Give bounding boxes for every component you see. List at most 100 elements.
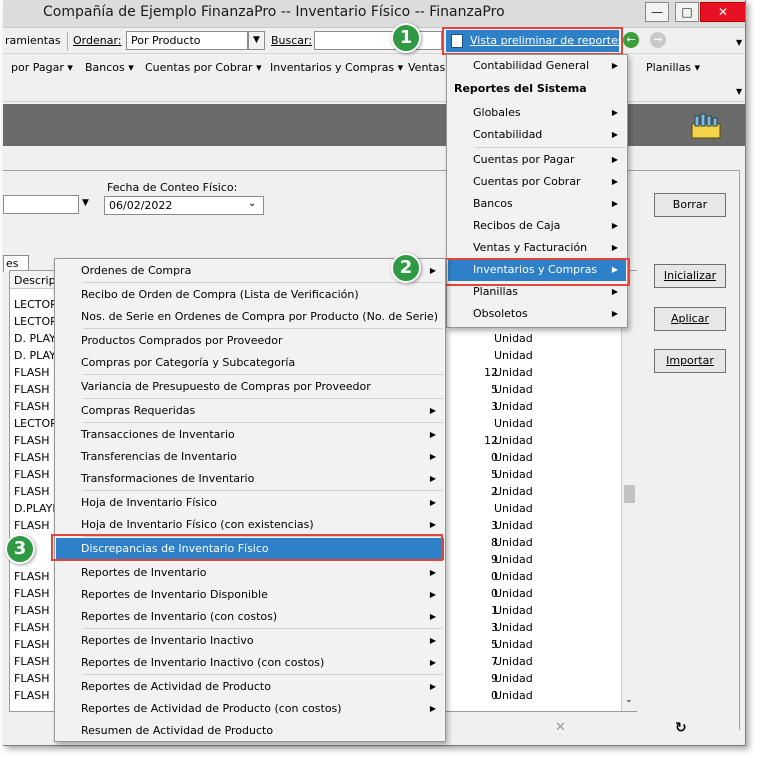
inventory-menu-item-label: Reportes de Inventario bbox=[81, 566, 207, 579]
chevron-right-icon: ▶ bbox=[429, 682, 436, 691]
inventory-menu-item[interactable]: Hoja de Inventario Físico (con existenci… bbox=[56, 514, 444, 536]
inventory-menu-item[interactable]: Ordenes de Compra ▶ bbox=[56, 260, 444, 282]
reports-menu-item[interactable]: Contabilidad ▶ bbox=[448, 124, 626, 146]
inventory-menu-item[interactable]: Transformaciones de Inventario ▶ bbox=[56, 468, 444, 490]
cell-unidad: Unidad bbox=[494, 587, 533, 600]
inventory-menu-item[interactable]: Hoja de Inventario Físico ▶ bbox=[56, 492, 444, 514]
chevron-down-icon[interactable]: ▼ bbox=[248, 31, 265, 50]
cell-unidad: Unidad bbox=[494, 689, 533, 702]
menu-separator bbox=[83, 398, 443, 399]
aplicar-button[interactable]: Aplicar bbox=[654, 307, 726, 331]
chevron-right-icon: ▶ bbox=[611, 108, 618, 117]
inventory-form-icon bbox=[689, 110, 723, 140]
grid-scrollbar[interactable]: ⌄ bbox=[621, 271, 637, 711]
inventory-menu-item[interactable]: Variancia de Presupuesto de Compras por … bbox=[56, 376, 444, 398]
inventory-menu-item[interactable]: Compras Requeridas ▶ bbox=[56, 400, 444, 422]
chevron-right-icon: ▶ bbox=[611, 243, 618, 252]
refresh-icon[interactable]: ↻ bbox=[675, 720, 687, 736]
cell-unidad: Unidad bbox=[494, 621, 533, 634]
herramientas-label[interactable]: ramientas bbox=[5, 34, 61, 47]
ordenar-label: Ordenar: bbox=[73, 34, 122, 47]
scrollbar-thumb[interactable] bbox=[624, 485, 635, 503]
inventory-menu-item[interactable]: Resumen de Actividad de Producto bbox=[56, 720, 444, 742]
back-arrow-icon[interactable]: ← bbox=[623, 32, 639, 48]
inventory-menu-item-label: Transformaciones de Inventario bbox=[81, 472, 255, 485]
importar-button[interactable]: Importar bbox=[654, 349, 726, 373]
scroll-down-icon[interactable]: ⌄ bbox=[625, 695, 633, 705]
inventory-menu-item[interactable]: Reportes de Inventario ▶ bbox=[56, 562, 444, 584]
ordenar-select[interactable]: Por Producto bbox=[126, 31, 248, 50]
inventory-menu-item-label: Hoja de Inventario Físico bbox=[81, 496, 217, 509]
cell-unidad: Unidad bbox=[494, 434, 533, 447]
menu-separator bbox=[475, 147, 625, 148]
reports-menu-item[interactable]: Recibos de Caja ▶ bbox=[448, 215, 626, 237]
inventory-menu-item[interactable]: Transacciones de Inventario ▶ bbox=[56, 424, 444, 446]
menu-cuentas-por-pagar[interactable]: por Pagar ▾ bbox=[11, 61, 73, 74]
menu-separator bbox=[83, 628, 443, 629]
reports-menu-item[interactable]: Cuentas por Cobrar ▶ bbox=[448, 171, 626, 193]
reports-menu-item[interactable]: Bancos ▶ bbox=[448, 193, 626, 215]
buscar-input[interactable] bbox=[314, 31, 442, 50]
chevron-right-icon: ▶ bbox=[611, 155, 618, 164]
inventory-menu-item[interactable]: Compras por Categoría y Subcategoría bbox=[56, 352, 444, 374]
chevron-right-icon: ▶ bbox=[429, 406, 436, 415]
menu-bancos[interactable]: Bancos ▾ bbox=[85, 61, 134, 74]
menu-inventarios-y-compras[interactable]: Inventarios y Compras ▾ bbox=[270, 61, 403, 74]
chevron-down-icon[interactable]: ▼ bbox=[77, 195, 94, 214]
close-button[interactable]: ✕ bbox=[700, 2, 745, 22]
maximize-button[interactable]: □ bbox=[675, 2, 699, 22]
cancel-icon[interactable]: ✕ bbox=[555, 720, 566, 735]
reports-menu-item-label: Cuentas por Pagar bbox=[473, 153, 575, 166]
cell-unidad: Unidad bbox=[494, 417, 533, 430]
inventory-menu-item[interactable]: Recibo de Orden de Compra (Lista de Veri… bbox=[56, 284, 444, 306]
inventory-menu-item-label: Transacciones de Inventario bbox=[81, 428, 235, 441]
chevron-down-icon[interactable]: ⌄ bbox=[248, 198, 256, 209]
reports-menu-item[interactable]: Obsoletos ▶ bbox=[448, 303, 626, 325]
toolbar-separator bbox=[67, 32, 68, 51]
inicializar-button[interactable]: Inicializar bbox=[654, 264, 726, 288]
menu-separator bbox=[83, 374, 443, 375]
chevron-right-icon: ▶ bbox=[429, 474, 436, 483]
cell-unidad: Unidad bbox=[494, 604, 533, 617]
cell-descripcion: D. PLAY bbox=[14, 332, 56, 345]
inventory-menu-item-label: Variancia de Presupuesto de Compras por … bbox=[81, 380, 371, 393]
chevron-right-icon: ▶ bbox=[429, 452, 436, 461]
menu-cuentas-por-cobrar[interactable]: Cuentas por Cobrar ▾ bbox=[145, 61, 262, 74]
inventory-menu-item[interactable]: Productos Comprados por Proveedor bbox=[56, 330, 444, 352]
inventory-menu-item[interactable]: Reportes de Inventario (con costos) ▶ bbox=[56, 606, 444, 628]
inventory-menu-item[interactable]: Reportes de Inventario Inactivo ▶ bbox=[56, 630, 444, 652]
menu-item-contabilidad-general[interactable]: Contabilidad General ▶ bbox=[448, 55, 626, 77]
bodega-select[interactable] bbox=[3, 195, 79, 214]
fecha-label: Fecha de Conteo Físico: bbox=[107, 181, 238, 194]
reports-menu-item[interactable]: Ventas y Facturación ▶ bbox=[448, 237, 626, 259]
inventory-menu-item[interactable]: Reportes de Inventario Inactivo (con cos… bbox=[56, 652, 444, 674]
menu-ventas[interactable]: Ventas bbox=[408, 61, 445, 74]
chevron-right-icon: ▶ bbox=[429, 498, 436, 507]
cell-unidad: Unidad bbox=[494, 553, 533, 566]
inventory-menu-item[interactable]: Reportes de Inventario Disponible ▶ bbox=[56, 584, 444, 606]
callout-box-3 bbox=[51, 534, 443, 561]
callout-badge-2: 2 bbox=[391, 253, 421, 283]
minimize-button[interactable]: — bbox=[645, 2, 669, 22]
reports-menu-item[interactable]: Globales ▶ bbox=[448, 102, 626, 124]
menu-planillas[interactable]: Planillas ▾ bbox=[646, 61, 700, 74]
cell-unidad: Unidad bbox=[494, 400, 533, 413]
inventory-menu-item-label: Nos. de Serie en Ordenes de Compra por P… bbox=[81, 310, 438, 323]
cell-unidad: Unidad bbox=[494, 570, 533, 583]
inventory-menu-item[interactable]: Reportes de Actividad de Producto (con c… bbox=[56, 698, 444, 720]
menubar-overflow-icon[interactable]: ▼ bbox=[736, 87, 742, 96]
forward-arrow-icon[interactable]: → bbox=[650, 32, 666, 48]
reports-menu-item[interactable]: Cuentas por Pagar ▶ bbox=[448, 149, 626, 171]
inventory-menu-item[interactable]: Transferencias de Inventario ▶ bbox=[56, 446, 444, 468]
chevron-right-icon: ▶ bbox=[429, 636, 436, 645]
reports-menu-item-label: Cuentas por Cobrar bbox=[473, 175, 581, 188]
fecha-input[interactable]: 06/02/2022 bbox=[104, 196, 264, 215]
inventory-menu-item[interactable]: Nos. de Serie en Ordenes de Compra por P… bbox=[56, 306, 444, 328]
toolbar-overflow-icon[interactable]: ▼ bbox=[736, 38, 742, 47]
inventory-menu-item[interactable]: Reportes de Actividad de Producto ▶ bbox=[56, 676, 444, 698]
borrar-button[interactable]: Borrar bbox=[654, 193, 726, 217]
cell-unidad: Unidad bbox=[494, 536, 533, 549]
callout-badge-1: 1 bbox=[391, 23, 421, 53]
window-title: Compañía de Ejemplo FinanzaPro -- Invent… bbox=[43, 4, 505, 20]
cell-unidad: Unidad bbox=[494, 655, 533, 668]
